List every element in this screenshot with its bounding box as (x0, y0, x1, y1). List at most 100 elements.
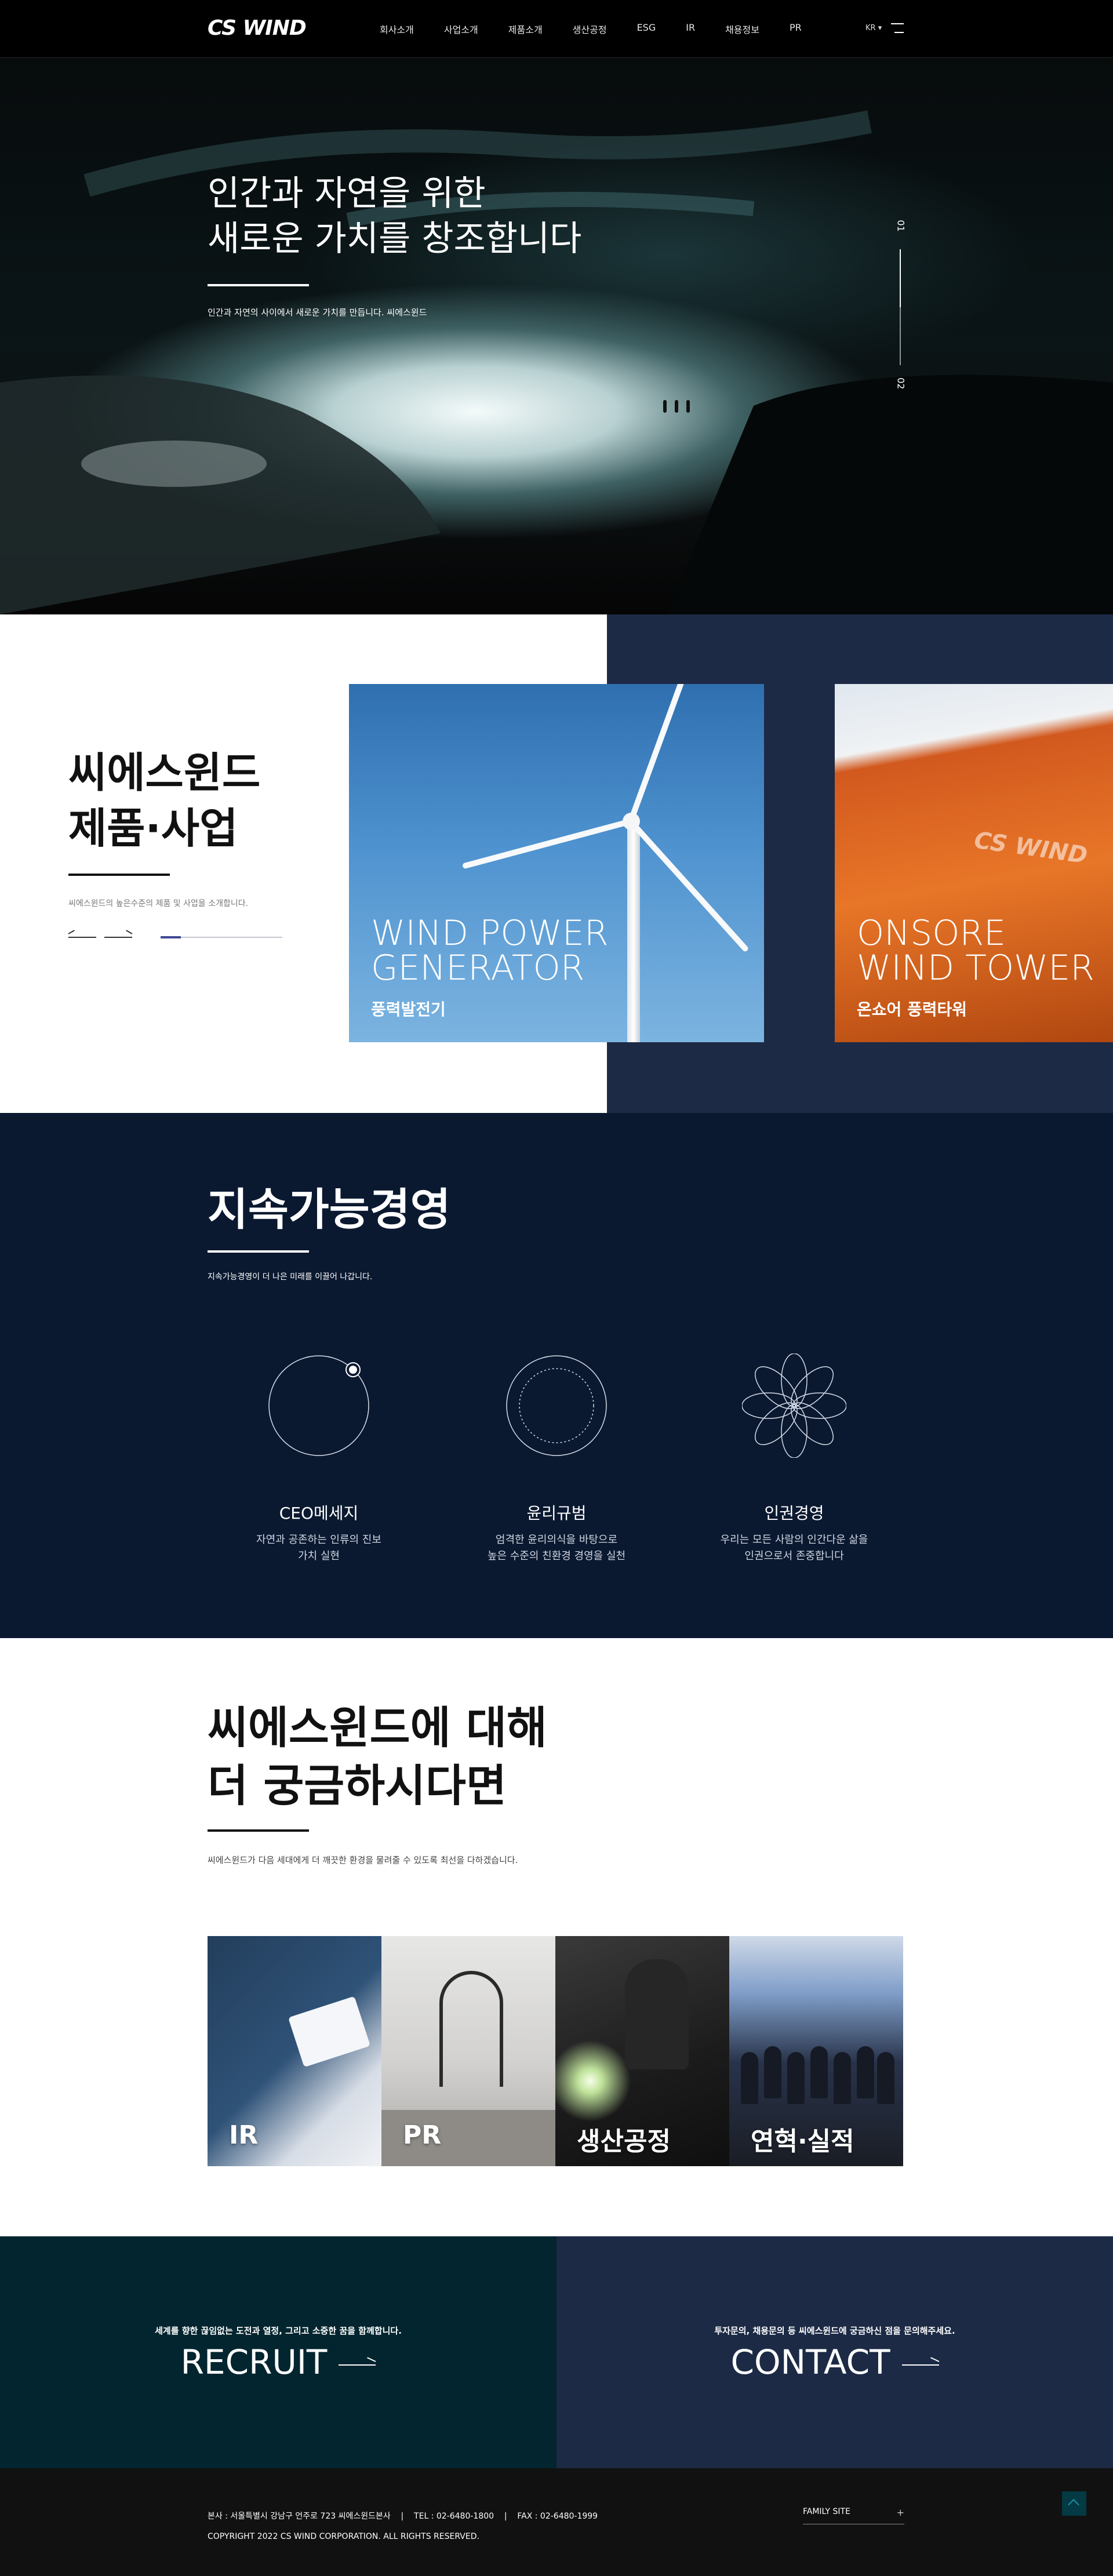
nav-item-pr[interactable]: PR (790, 22, 802, 36)
logo[interactable]: CS WIND (208, 16, 307, 40)
tile-label: IR (229, 2120, 259, 2150)
hero-background-image (0, 110, 1113, 614)
slide-progress-bar[interactable] (900, 249, 901, 365)
recruit-banner[interactable]: 세계를 향한 끊임없는 도전과 열정, 그리고 소중한 꿈을 함께합니다. RE… (0, 2236, 556, 2468)
next-arrow-icon[interactable] (104, 930, 133, 941)
card-title-en-line2: GENERATOR (371, 948, 585, 988)
about-divider (208, 1829, 309, 1832)
contact-banner[interactable]: 투자문의, 채용문의 등 씨에스윈드에 궁금하신 점을 문의해주세요. CONT… (556, 2236, 1113, 2468)
scroll-to-top-button[interactable] (1062, 2491, 1086, 2516)
nav-item-products[interactable]: 제품소개 (508, 22, 543, 36)
card-title-en-line1: ONSORE (857, 913, 1006, 954)
main-nav: 회사소개 사업소개 제품소개 생산공정 ESG IR 채용정보 PR (380, 22, 832, 36)
tile-production[interactable]: 생산공정 (555, 1936, 729, 2166)
card-title-ko: 풍력발전기 (371, 1000, 446, 1019)
about-title-line1: 씨에스윈드에 대해 (208, 1702, 547, 1753)
hero-title-line2: 새로운 가치를 창조합니다 (208, 219, 582, 259)
nav-item-company[interactable]: 회사소개 (380, 22, 414, 36)
sustainability-item-desc: 자연과 공존하는 인류의 진보 가치 실현 (232, 1532, 406, 1564)
footer-address: 본사 : 서울특별시 강남구 언주로 723 씨에스윈드본사 | TEL : 0… (208, 2512, 598, 2521)
sustainability-item-ceo[interactable]: CEO메세지 자연과 공존하는 인류의 진보 가치 실현 (232, 1354, 406, 1564)
nav-item-production[interactable]: 생산공정 (573, 22, 607, 36)
sustainability-item-name: CEO메세지 (279, 1504, 359, 1523)
nav-item-recruit[interactable]: 채용정보 (725, 22, 759, 36)
double-circle-icon (506, 1355, 607, 1456)
recruit-title: RECRUIT (180, 2342, 328, 2382)
sustainability-section: 지속가능경영 지속가능경영이 더 나은 미래를 이끌어 나갑니다. CEO메세지… (0, 1113, 1113, 1638)
nav-item-esg[interactable]: ESG (637, 22, 656, 36)
turbine-hub (623, 813, 640, 830)
hero-title: 인간과 자연을 위한 새로운 가치를 창조합니다 (208, 171, 581, 261)
card-title-en: ONSORE WIND TOWER (857, 916, 1094, 985)
hero-subtitle: 인간과 자연의 사이에서 새로운 가치를 만듭니다. 씨에스윈드 (208, 307, 427, 318)
hero-title-line1: 인간과 자연을 위한 (208, 173, 486, 214)
sustainability-title: 지속가능경영 (208, 1184, 451, 1235)
sustainability-item-desc: 우리는 모든 사람의 인간다운 삶을 인권으로서 존중합니다 (707, 1532, 881, 1564)
contact-subtitle: 투자문의, 채용문의 등 씨에스윈드에 궁금하신 점을 문의해주세요. (714, 2326, 955, 2336)
nav-item-ir[interactable]: IR (686, 22, 695, 36)
tile-pr[interactable]: PR (381, 1936, 555, 2166)
product-card-wind-generator[interactable]: WIND POWER GENERATOR 풍력발전기 (349, 684, 764, 1042)
products-title: 씨에스윈드 제품·사업 (68, 745, 260, 856)
card-title-ko: 온쇼어 풍력타워 (857, 1000, 967, 1019)
sustainability-subtitle: 지속가능경영이 더 나은 미래를 이끌어 나갑니다. (208, 1272, 373, 1282)
card-title-en: WIND POWER GENERATOR (371, 916, 609, 985)
sustainability-item-desc-line1: 자연과 공존하는 인류의 진보 (256, 1534, 381, 1546)
sustainability-item-desc-line2: 인권으로서 존중합니다 (744, 1550, 844, 1562)
footer-copyright: COPYRIGHT 2022 CS WIND CORPORATION. ALL … (208, 2532, 479, 2541)
about-section: 씨에스윈드에 대해 더 궁금하시다면 씨에스윈드가 다음 세대에게 더 깨끗한 … (0, 1638, 1113, 2236)
sustainability-item-desc-line2: 높은 수준의 친환경 경영을 실천 (487, 1550, 626, 1562)
arrow-right-icon (901, 2357, 939, 2370)
family-site-select[interactable]: FAMILY SITE + (803, 2507, 904, 2524)
sustainability-item-desc: 엄격한 윤리의식을 바탕으로 높은 수준의 친환경 경영을 실천 (470, 1532, 643, 1564)
turbine-blade (461, 818, 632, 869)
chevron-up-icon (1068, 2499, 1079, 2510)
about-title: 씨에스윈드에 대해 더 궁금하시다면 (208, 1699, 547, 1815)
recruit-subtitle: 세계를 향한 끊임없는 도전과 열정, 그리고 소중한 꿈을 함께합니다. (155, 2326, 402, 2336)
slide-indicator-current: 01 (895, 220, 907, 232)
nav-item-business[interactable]: 사업소개 (444, 22, 478, 36)
products-title-line2: 제품·사업 (68, 804, 238, 853)
language-select[interactable]: KR ▾ (865, 24, 882, 32)
tile-label: PR (403, 2120, 442, 2150)
products-divider (68, 874, 170, 876)
products-section: 씨에스윈드 제품·사업 씨에스윈드의 높은수준의 제품 및 사업을 소개합니다.… (0, 614, 1113, 1113)
slide-indicator-total: 02 (895, 377, 907, 390)
card-title-en-line1: WIND POWER (371, 913, 609, 954)
tablet-image (288, 1996, 370, 2068)
site-header: CS WIND 회사소개 사업소개 제품소개 생산공정 ESG IR 채용정보 … (0, 0, 1113, 58)
sustainability-item-human-rights[interactable]: 인권경영 우리는 모든 사람의 인간다운 삶을 인권으로서 존중합니다 (707, 1353, 881, 1564)
tower-logo: CS WIND (972, 827, 1089, 869)
plus-icon: + (896, 2507, 904, 2518)
sustainability-item-desc-line1: 엄격한 윤리의식을 바탕으로 (495, 1534, 618, 1546)
about-title-line2: 더 궁금하시다면 (208, 1760, 507, 1811)
turbine-blade (628, 684, 699, 823)
turbine-tower (627, 829, 640, 1042)
family-site-label: FAMILY SITE (803, 2507, 850, 2516)
tile-history[interactable]: 연혁·실적 (729, 1936, 903, 2166)
prev-arrow-icon[interactable] (68, 930, 96, 941)
contact-title: CONTACT (730, 2342, 890, 2382)
contact-link[interactable]: CONTACT (556, 2342, 1113, 2382)
flower-petals-icon (741, 1353, 847, 1458)
welder-figure (625, 1959, 689, 2069)
tile-label: 생산공정 (577, 2127, 671, 2156)
products-title-line1: 씨에스윈드 (68, 748, 261, 797)
tile-ir[interactable]: IR (208, 1936, 381, 2166)
card-title-en-line2: WIND TOWER (857, 948, 1094, 988)
sustainability-item-desc-line2: 가치 실현 (298, 1550, 340, 1562)
hero-divider (208, 284, 309, 286)
carousel-progress (161, 936, 282, 938)
orbit-circle-icon (268, 1355, 369, 1456)
sustainability-divider (208, 1250, 309, 1253)
sustainability-item-ethics[interactable]: 윤리규범 엄격한 윤리의식을 바탕으로 높은 수준의 친환경 경영을 실천 (470, 1354, 643, 1564)
arch-window-image (439, 1971, 503, 2087)
hero-section: 인간과 자연을 위한 새로운 가치를 창조합니다 인간과 자연의 사이에서 새로… (0, 58, 1113, 614)
sustainability-item-name: 인권경영 (764, 1504, 824, 1523)
hamburger-menu-icon[interactable] (891, 22, 904, 34)
recruit-link[interactable]: RECRUIT (0, 2342, 556, 2382)
turbine-blade (628, 819, 750, 953)
sustainability-item-name: 윤리규범 (526, 1504, 587, 1523)
product-card-onshore-tower[interactable]: CS WIND ONSORE WIND TOWER 온쇼어 풍력타워 (835, 684, 1113, 1042)
arrow-right-icon (339, 2357, 376, 2370)
